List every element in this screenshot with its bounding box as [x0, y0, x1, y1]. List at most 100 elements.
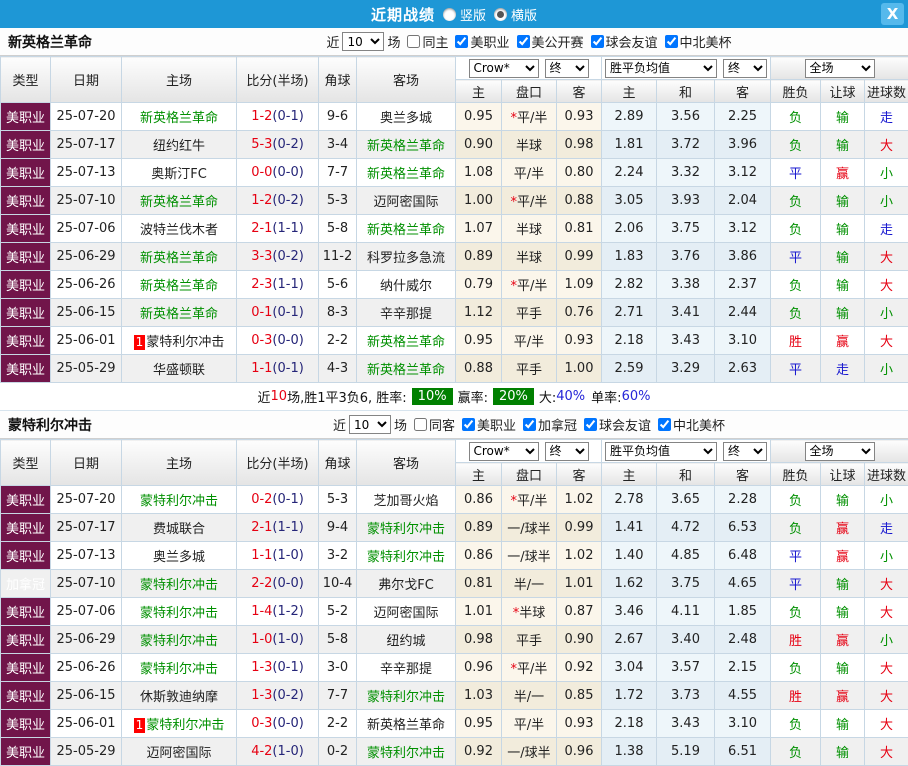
match-row: 美职业25-07-13奥兰多城1-1(1-0)3-2蒙特利尔冲击0.86一/球半…	[1, 542, 908, 570]
corners-cell: 5-8	[319, 215, 357, 243]
radio-unchecked-icon[interactable]	[443, 8, 456, 21]
home-odds-cell: 0.81	[456, 570, 502, 598]
competition-cell: 美职业	[1, 710, 51, 738]
fulltime-score: 1-3	[251, 688, 272, 703]
away-team-cell: 科罗拉多急流	[357, 243, 456, 271]
avg-home-cell: 2.71	[602, 299, 657, 327]
league-1-checkbox[interactable]	[517, 35, 530, 48]
handicap-cell: 平手	[502, 626, 557, 654]
avg-draw-cell: 3.93	[657, 187, 715, 215]
games-count-select[interactable]: 10	[349, 415, 391, 434]
league-0-checkbox[interactable]	[462, 418, 475, 431]
near-label: 近	[326, 32, 339, 51]
score-cell: 1-4(1-2)	[237, 598, 319, 626]
result-wdl-cell: 负	[771, 654, 821, 682]
radio-checked-icon[interactable]	[494, 8, 507, 21]
near-label: 近	[333, 415, 346, 434]
sub-column-header: 客	[715, 80, 771, 103]
league-0-checkbox[interactable]	[455, 35, 468, 48]
avg-odds-select[interactable]: 胜平负均值	[605, 59, 717, 78]
competition-cell: 美职业	[1, 355, 51, 383]
layout-horizontal-option[interactable]: 横版	[494, 5, 537, 24]
date-cell: 25-07-20	[51, 486, 122, 514]
same-venue-checkbox[interactable]	[414, 418, 427, 431]
match-row: 美职业25-07-10新英格兰革命1-2(0-2)5-3迈阿密国际1.00*平/…	[1, 187, 908, 215]
avg-away-cell: 2.15	[715, 654, 771, 682]
league-1-checkbox[interactable]	[523, 418, 536, 431]
handicap-cell: 平手	[502, 299, 557, 327]
sub-column-header: 胜负	[771, 463, 821, 486]
sub-column-header: 盘口	[502, 463, 557, 486]
score-cell: 1-0(1-0)	[237, 626, 319, 654]
home-team-cell: 波特兰伐木者	[122, 215, 237, 243]
corners-cell: 4-3	[319, 355, 357, 383]
avg-home-cell: 3.05	[602, 187, 657, 215]
away-odds-cell: 1.00	[557, 355, 602, 383]
avg-draw-cell: 3.57	[657, 654, 715, 682]
bookmaker-select[interactable]: Crow*	[469, 59, 539, 78]
date-cell: 25-07-06	[51, 215, 122, 243]
avg-away-cell: 2.28	[715, 486, 771, 514]
match-row: 美职业25-06-29新英格兰革命3-3(0-2)11-2科罗拉多急流0.89半…	[1, 243, 908, 271]
sub-column-header: 主	[456, 80, 502, 103]
avg-home-cell: 1.81	[602, 131, 657, 159]
odds-time-select[interactable]: 终	[545, 442, 589, 461]
same-venue-checkbox[interactable]	[407, 35, 420, 48]
handicap-cell: 平/半	[502, 327, 557, 355]
corners-cell: 3-0	[319, 654, 357, 682]
away-odds-cell: 0.93	[557, 327, 602, 355]
handicap-cell: *平/半	[502, 103, 557, 131]
home-odds-cell: 0.95	[456, 710, 502, 738]
halftime-score: (0-0)	[272, 576, 303, 591]
league-3-checkbox[interactable]	[658, 418, 671, 431]
league-2-checkbox[interactable]	[584, 418, 597, 431]
fulltime-score: 2-1	[251, 520, 272, 535]
result-goals-cell: 大	[865, 327, 908, 355]
fulltime-score: 0-0	[251, 165, 272, 180]
home-team-cell: 蒙特利尔冲击	[122, 626, 237, 654]
result-handicap-cell: 输	[821, 271, 865, 299]
results-table: 类型日期主场比分(半场)角球客场Crow*终胜平负均值终全场主盘口客主和客胜负让…	[0, 439, 908, 766]
layout-vertical-option[interactable]: 竖版	[443, 5, 486, 24]
close-icon[interactable]: X	[881, 3, 904, 25]
result-goals-cell: 大	[865, 131, 908, 159]
away-odds-cell: 1.02	[557, 486, 602, 514]
league-2-label: 球会友谊	[606, 32, 658, 51]
scope-group-header: 全场	[771, 57, 908, 80]
handicap-cell: 半球	[502, 131, 557, 159]
home-team-cell: 1蒙特利尔冲击	[122, 327, 237, 355]
sub-column-header: 盘口	[502, 80, 557, 103]
home-odds-cell: 0.86	[456, 542, 502, 570]
avg-odds-select[interactable]: 胜平负均值	[605, 442, 717, 461]
scope-select[interactable]: 全场	[805, 59, 875, 78]
score-cell: 1-3(0-2)	[237, 682, 319, 710]
bookmaker-select[interactable]: Crow*	[469, 442, 539, 461]
summary-bar: 近10场,胜1平3负6, 胜率:10%赢率:20%大:40%单率:60%	[0, 383, 908, 411]
halftime-score: (0-1)	[272, 109, 303, 124]
home-odds-cell: 0.89	[456, 514, 502, 542]
score-cell: 0-1(0-1)	[237, 299, 319, 327]
result-wdl-cell: 负	[771, 299, 821, 327]
corners-cell: 7-7	[319, 682, 357, 710]
home-odds-cell: 1.00	[456, 187, 502, 215]
games-count-select[interactable]: 10	[342, 32, 384, 51]
scope-select[interactable]: 全场	[805, 442, 875, 461]
handicap-cell: 一/球半	[502, 514, 557, 542]
score-cell: 1-1(0-1)	[237, 355, 319, 383]
competition-cell: 美职业	[1, 486, 51, 514]
home-odds-cell: 0.86	[456, 486, 502, 514]
home-team-cell: 蒙特利尔冲击	[122, 570, 237, 598]
odds-time-select[interactable]: 终	[545, 59, 589, 78]
result-wdl-cell: 负	[771, 514, 821, 542]
changed-line-marker: *	[513, 606, 520, 621]
avg-away-cell: 6.48	[715, 542, 771, 570]
fulltime-score: 1-2	[251, 193, 272, 208]
sub-column-header: 主	[602, 463, 657, 486]
league-3-checkbox[interactable]	[665, 35, 678, 48]
fulltime-score: 5-3	[251, 137, 272, 152]
avg-time-select[interactable]: 终	[723, 59, 767, 78]
avg-draw-cell: 3.75	[657, 215, 715, 243]
avg-home-cell: 1.41	[602, 514, 657, 542]
league-2-checkbox[interactable]	[591, 35, 604, 48]
avg-time-select[interactable]: 终	[723, 442, 767, 461]
